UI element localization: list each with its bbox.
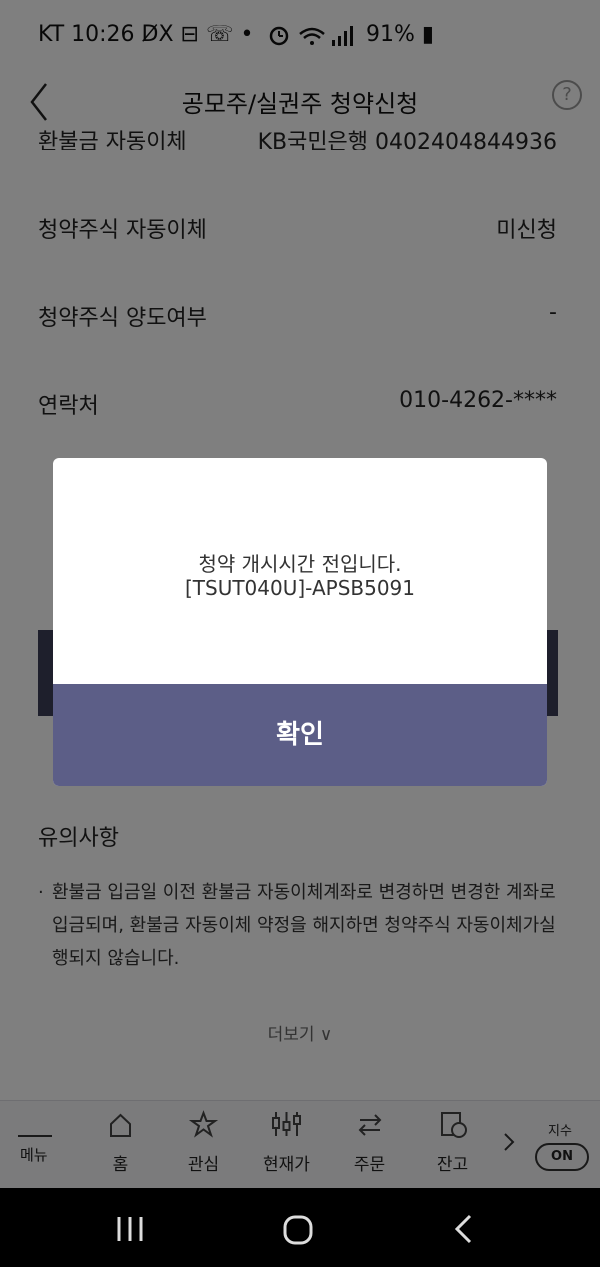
home-button-icon[interactable] bbox=[282, 1214, 314, 1246]
recents-icon[interactable] bbox=[116, 1214, 146, 1244]
dialog-message: 청약 개시시간 전입니다. bbox=[198, 552, 402, 576]
alert-dialog: 청약 개시시간 전입니다. [TSUT040U]-APSB5091 확인 bbox=[53, 458, 547, 786]
confirm-button[interactable]: 확인 bbox=[53, 684, 547, 786]
dialog-error-code: [TSUT040U]-APSB5091 bbox=[184, 576, 416, 600]
back-button-icon[interactable] bbox=[452, 1214, 476, 1244]
